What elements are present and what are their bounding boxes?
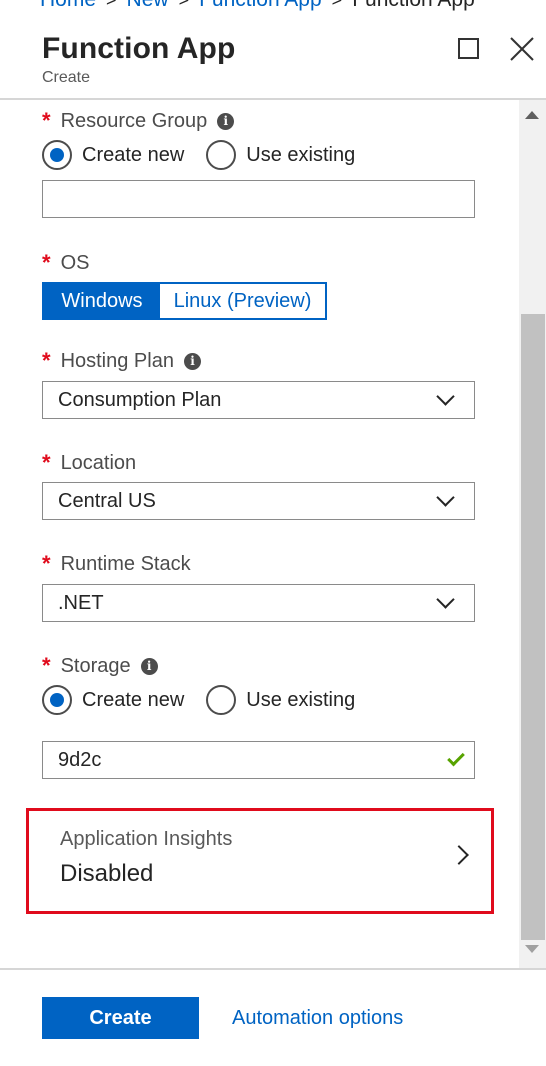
maximize-icon[interactable] xyxy=(458,38,479,59)
required-marker: * xyxy=(42,653,51,678)
location-label-text: Location xyxy=(60,451,137,474)
resource-group-create-new-label[interactable]: Create new xyxy=(82,144,184,167)
breadcrumb-separator: > xyxy=(331,0,343,10)
chevron-down-icon xyxy=(436,386,455,406)
required-marker: * xyxy=(42,250,51,275)
blade-subtitle: Create xyxy=(42,69,91,86)
hosting-plan-dropdown[interactable]: Consumption Plan xyxy=(42,381,475,419)
close-icon[interactable] xyxy=(509,36,535,62)
header-divider xyxy=(0,98,546,100)
storage-radio-group: Create new Use existing xyxy=(42,685,377,715)
scroll-up-icon[interactable] xyxy=(525,111,539,119)
storage-use-existing-label[interactable]: Use existing xyxy=(246,689,355,712)
required-marker: * xyxy=(42,450,51,475)
resource-group-use-existing-label[interactable]: Use existing xyxy=(246,144,355,167)
location-value: Central US xyxy=(58,489,156,512)
hosting-plan-value: Consumption Plan xyxy=(58,388,222,411)
os-label-text: OS xyxy=(60,251,90,274)
os-label: * OS xyxy=(42,250,89,276)
storage-use-existing-radio[interactable] xyxy=(206,685,237,715)
info-icon[interactable]: i xyxy=(217,112,235,130)
os-linux-option[interactable]: Linux (Preview) xyxy=(160,284,325,318)
breadcrumb-separator: > xyxy=(178,0,190,10)
application-insights-label: Application Insights xyxy=(60,828,233,850)
runtime-stack-label-text: Runtime Stack xyxy=(60,552,191,575)
application-insights-value: Disabled xyxy=(60,860,154,887)
os-toggle: Windows Linux (Preview) xyxy=(42,282,327,320)
hosting-plan-label-text: Hosting Plan xyxy=(60,349,174,372)
storage-create-new-radio[interactable] xyxy=(42,685,72,715)
location-dropdown[interactable]: Central US xyxy=(42,482,475,520)
required-marker: * xyxy=(42,551,51,576)
automation-options-link[interactable]: Automation options xyxy=(232,1007,403,1030)
required-marker: * xyxy=(42,348,51,373)
blade-title: Function App xyxy=(42,32,236,65)
chevron-down-icon xyxy=(436,589,455,609)
storage-input-value: 9d2c xyxy=(58,748,102,771)
location-label: * Location xyxy=(42,450,136,476)
runtime-stack-label: * Runtime Stack xyxy=(42,551,191,577)
resource-group-use-existing-radio[interactable] xyxy=(206,140,237,170)
create-button[interactable]: Create xyxy=(42,997,199,1039)
breadcrumb: Home > New > Function App > Function App xyxy=(40,0,475,12)
info-icon[interactable]: i xyxy=(183,352,201,370)
breadcrumb-function-app[interactable]: Function App xyxy=(199,0,322,12)
footer-divider xyxy=(0,968,546,970)
resource-group-label-text: Resource Group xyxy=(60,109,208,132)
breadcrumb-separator: > xyxy=(106,0,117,10)
storage-create-new-label[interactable]: Create new xyxy=(82,689,184,712)
required-marker: * xyxy=(42,108,51,133)
resource-group-input[interactable] xyxy=(42,180,475,218)
resource-group-label: * Resource Group i xyxy=(42,108,235,134)
storage-input[interactable]: 9d2c xyxy=(42,741,475,779)
os-windows-option[interactable]: Windows xyxy=(44,284,160,318)
storage-label-text: Storage xyxy=(60,654,131,677)
scroll-down-icon[interactable] xyxy=(525,945,539,953)
storage-label: * Storage i xyxy=(42,653,158,679)
chevron-down-icon xyxy=(436,487,455,507)
breadcrumb-current: Function App xyxy=(352,0,475,12)
runtime-stack-dropdown[interactable]: .NET xyxy=(42,584,475,622)
runtime-stack-value: .NET xyxy=(58,591,104,614)
resource-group-create-new-radio[interactable] xyxy=(42,140,72,170)
resource-group-radio-group: Create new Use existing xyxy=(42,140,377,170)
info-icon[interactable]: i xyxy=(140,657,158,675)
hosting-plan-label: * Hosting Plan i xyxy=(42,348,201,374)
breadcrumb-new[interactable]: New xyxy=(127,0,169,12)
scrollbar-thumb[interactable] xyxy=(521,314,545,940)
checkmark-icon xyxy=(447,748,465,766)
breadcrumb-home[interactable]: Home xyxy=(40,0,96,12)
